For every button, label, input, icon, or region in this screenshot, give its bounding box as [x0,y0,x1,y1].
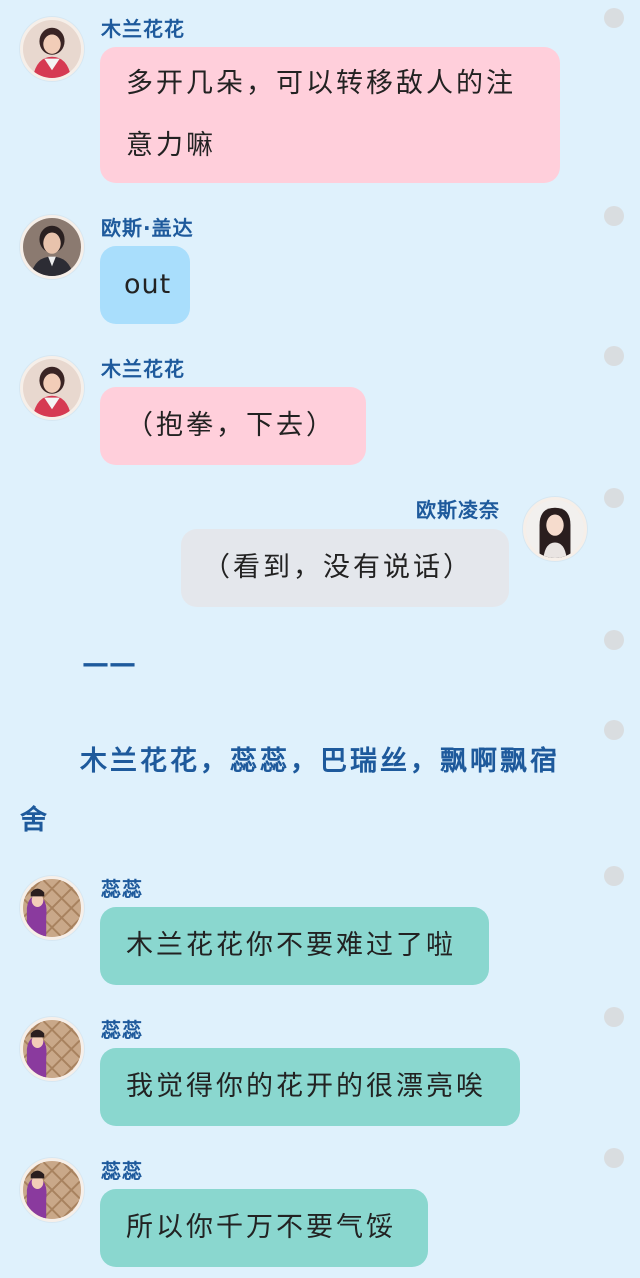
avatar-mulan[interactable] [20,17,84,81]
sender-name: 木兰花花 [101,17,185,41]
narration-line: 舍 [20,805,50,836]
message-bubble[interactable]: 多开几朵，可以转移敌人的注 意力嘛 [100,47,560,183]
message-text: 意力嘛 [126,130,216,161]
oslingnai-avatar-icon [526,500,584,558]
rail-dot [604,720,624,740]
ruirui-avatar-icon [23,879,81,937]
rail-dot [604,206,624,226]
rail-dot [604,8,624,28]
rail-dot [604,630,624,650]
message-bubble[interactable]: out [100,246,190,324]
rail-dot [604,1148,624,1168]
message-bubble[interactable]: 所以你千万不要气馁 [100,1189,428,1267]
sender-name: 蕊蕊 [101,1018,143,1042]
narration-dashes: —— [82,648,136,679]
sender-name: 欧斯·盖达 [101,216,194,240]
chat-page: 木兰花花 多开几朵，可以转移敌人的注 意力嘛 欧斯·盖达 out 木兰花花 （抱… [0,0,640,1278]
rail-dot [604,346,624,366]
sender-name: 欧斯凌奈 [416,498,500,522]
mulan-avatar-icon [23,359,81,417]
ruirui-avatar-icon [23,1161,81,1219]
avatar-mulan[interactable] [20,356,84,420]
avatar-osgaida[interactable] [20,215,84,279]
mulan-avatar-icon [23,20,81,78]
message-bubble[interactable]: 木兰花花你不要难过了啦 [100,907,489,985]
sender-name: 蕊蕊 [101,1159,143,1183]
message-text: 多开几朵，可以转移敌人的注 [126,68,516,99]
avatar-ruirui[interactable] [20,1158,84,1222]
avatar-ruirui[interactable] [20,876,84,940]
rail-dot [604,1007,624,1027]
ruirui-avatar-icon [23,1020,81,1078]
avatar-oslingnai[interactable] [523,497,587,561]
osgaida-avatar-icon [23,218,81,276]
message-bubble[interactable]: （看到，没有说话） [181,529,509,607]
rail-dot [604,488,624,508]
rail-dot [604,866,624,886]
narration-line: 木兰花花，蕊蕊，巴瑞丝，飘啊飘宿 [80,746,560,777]
sender-name: 木兰花花 [101,357,185,381]
message-bubble[interactable]: （抱拳，下去） [100,387,366,465]
avatar-ruirui[interactable] [20,1017,84,1081]
message-bubble[interactable]: 我觉得你的花开的很漂亮唉 [100,1048,520,1126]
sender-name: 蕊蕊 [101,877,143,901]
